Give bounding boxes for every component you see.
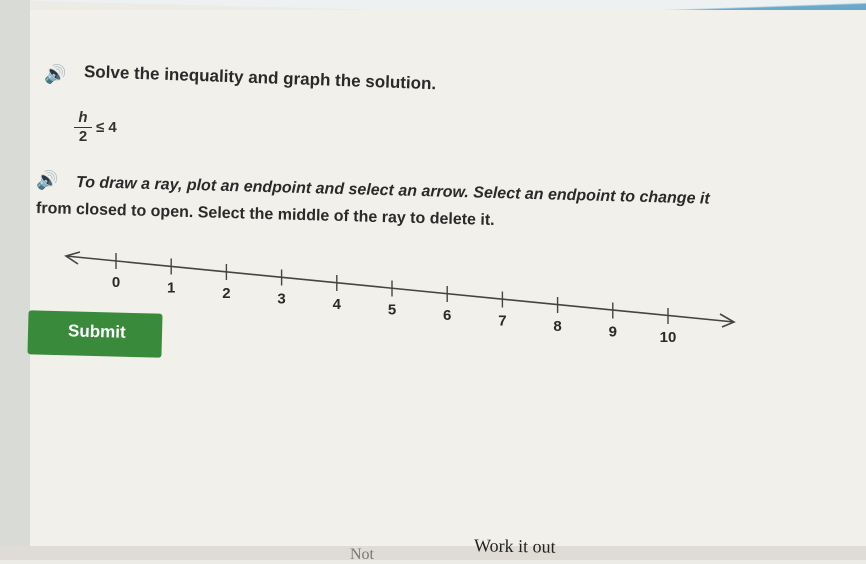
tick-label: 8 (553, 318, 561, 335)
tick-label: 5 (388, 302, 396, 319)
tick-label: 3 (277, 291, 285, 308)
bottom-edge (0, 546, 866, 560)
tick-label: 7 (498, 313, 506, 330)
notes-label: Not (350, 546, 374, 563)
submit-button[interactable]: Submit (27, 310, 163, 358)
tick-label: 0 (112, 274, 120, 291)
tick-label: 9 (609, 324, 617, 341)
tick-label: 10 (660, 329, 677, 346)
tick-label: 6 (443, 307, 451, 324)
number-line[interactable]: 0 1 2 3 4 5 6 7 8 9 10 (0, 0, 866, 560)
number-line-group[interactable]: 0 1 2 3 4 5 6 7 8 9 10 (64, 251, 736, 346)
tick-label: 4 (333, 296, 342, 313)
tick-label: 1 (167, 280, 175, 297)
work-it-out-label[interactable]: Work it out (474, 535, 556, 557)
left-arrow-icon[interactable] (64, 251, 81, 265)
tick-label: 2 (222, 285, 230, 302)
